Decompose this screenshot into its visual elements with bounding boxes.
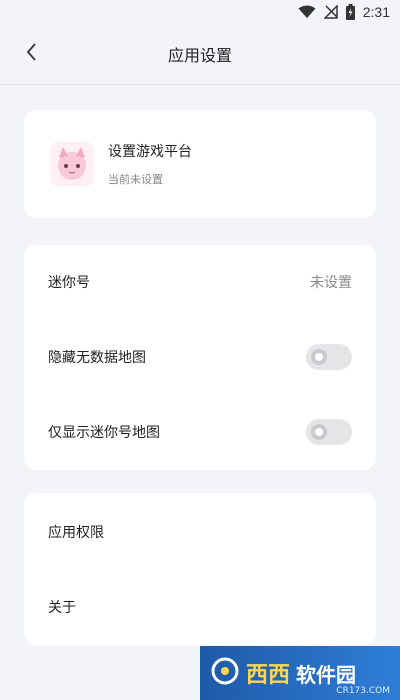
hide-no-data-label: 隐藏无数据地图 <box>48 350 146 366</box>
wifi-icon <box>298 5 316 19</box>
no-signal-icon <box>323 5 338 19</box>
permissions-label: 应用权限 <box>48 525 104 541</box>
mini-id-value: 未设置 <box>310 275 352 291</box>
settings-card: 迷你号 未设置 隐藏无数据地图 仅显示迷你号地图 <box>24 245 376 470</box>
watermark-logo-icon <box>210 656 240 690</box>
set-platform-button[interactable]: 设置游戏平台 当前未设置 <box>24 110 376 218</box>
about-label: 关于 <box>48 600 76 616</box>
back-button[interactable] <box>18 40 46 68</box>
platform-subtitle: 当前未设置 <box>108 173 163 186</box>
status-bar: 2:31 <box>0 0 400 24</box>
only-mini-row: 仅显示迷你号地图 <box>24 395 376 469</box>
mini-id-label: 迷你号 <box>48 275 90 291</box>
battery-charging-icon <box>345 4 355 20</box>
platform-card: 设置游戏平台 当前未设置 <box>24 110 376 218</box>
watermark-main2: 软件园 <box>296 662 357 687</box>
status-time: 2:31 <box>362 4 390 20</box>
permissions-row[interactable]: 应用权限 <box>24 495 376 569</box>
only-mini-label: 仅显示迷你号地图 <box>48 425 160 441</box>
mini-id-row[interactable]: 迷你号 未设置 <box>24 245 376 319</box>
chevron-left-icon <box>25 42 39 66</box>
avatar <box>50 142 94 186</box>
about-row[interactable]: 关于 <box>24 570 376 644</box>
toggle-knob <box>311 349 327 365</box>
watermark-sub: CR173.COM <box>336 686 390 696</box>
watermark-main: 西西 <box>246 663 291 688</box>
platform-title: 设置游戏平台 <box>108 144 192 160</box>
about-card: 应用权限 关于 <box>24 493 376 645</box>
page-title: 应用设置 <box>167 46 232 65</box>
app-bar: 应用设置 <box>0 24 400 84</box>
header-divider <box>0 84 400 85</box>
toggle-knob <box>311 424 327 440</box>
hide-no-data-row: 隐藏无数据地图 <box>24 320 376 394</box>
watermark: 西西 软件园 CR173.COM <box>200 646 400 700</box>
only-mini-toggle[interactable] <box>306 419 352 445</box>
hide-no-data-toggle[interactable] <box>306 344 352 370</box>
